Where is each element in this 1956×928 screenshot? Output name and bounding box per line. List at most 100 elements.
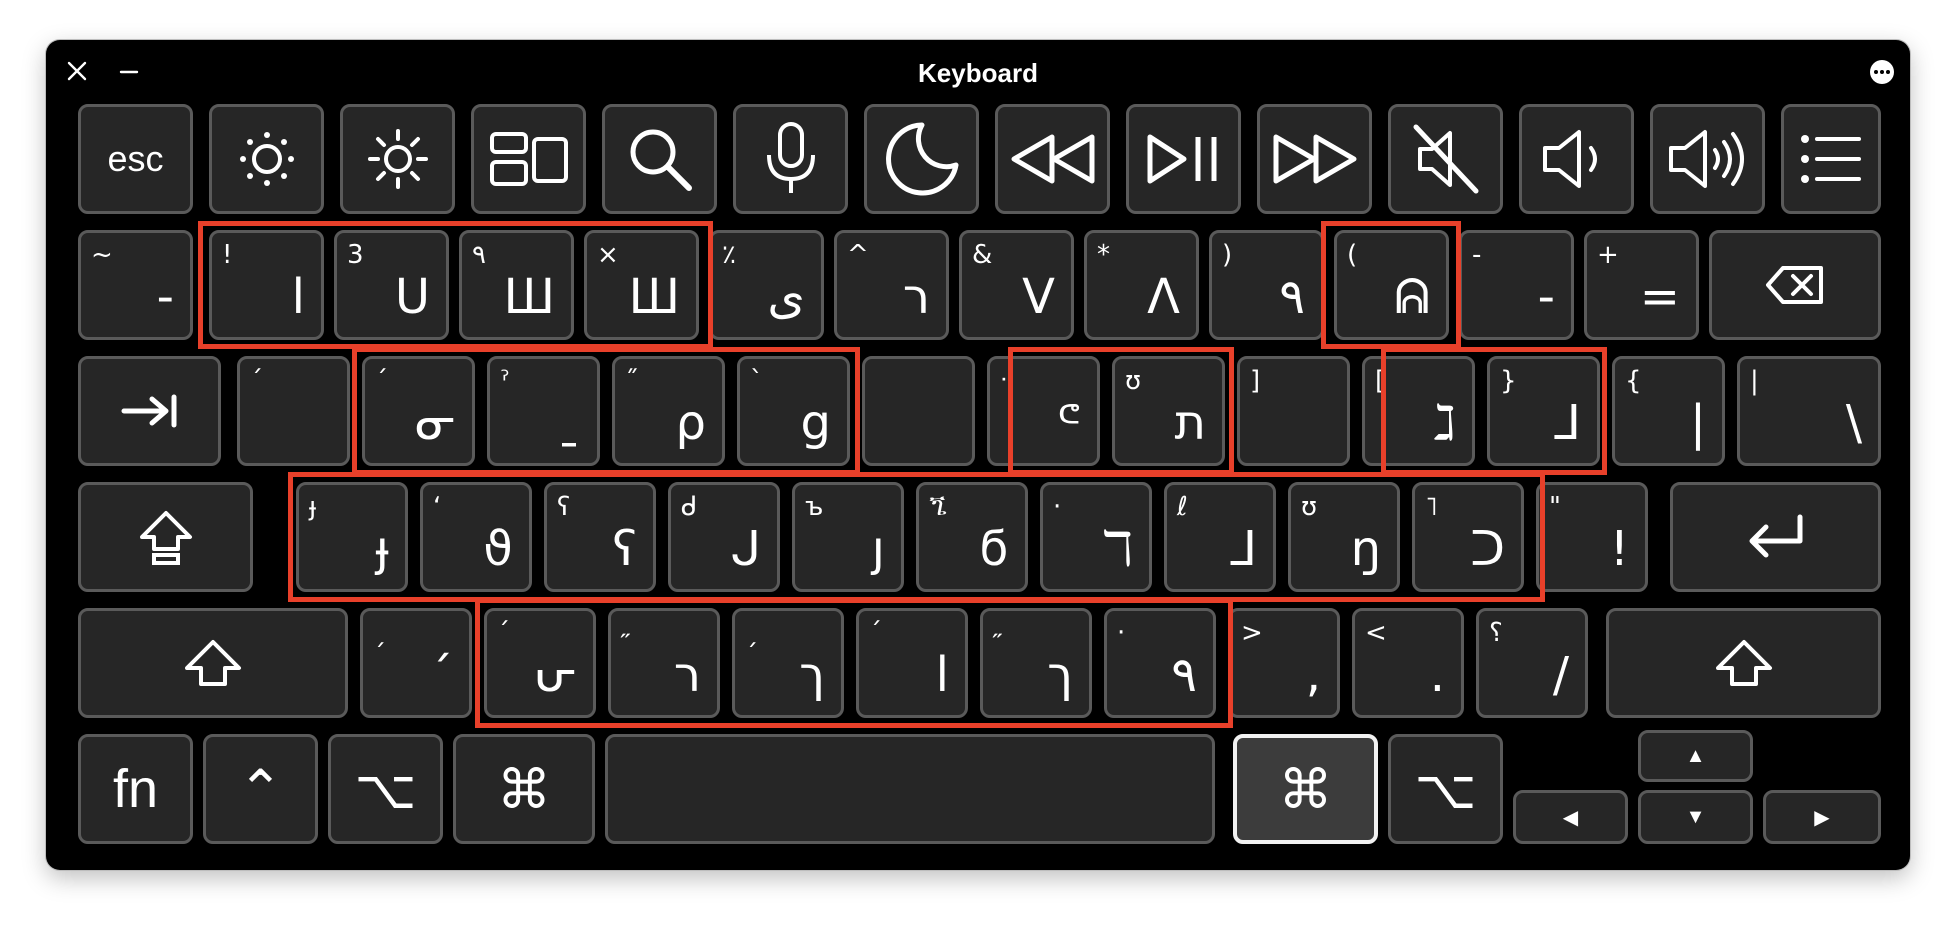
key-u[interactable]: ᐧ ᕪ xyxy=(987,356,1100,466)
space-bar[interactable] xyxy=(605,734,1215,844)
mute-key[interactable] xyxy=(1388,104,1503,214)
key-b[interactable]: ˶ ך xyxy=(980,608,1092,718)
key-9[interactable]: ) ٩ xyxy=(1209,230,1324,340)
key-right-bracket[interactable]: { | xyxy=(1612,356,1725,466)
key-main-char: . xyxy=(1429,647,1445,703)
key-main-char: ا xyxy=(935,647,949,703)
more-options-icon[interactable] xyxy=(1868,58,1896,86)
do-not-disturb-key[interactable] xyxy=(864,104,979,214)
left-shift-key[interactable] xyxy=(78,608,348,718)
key-backtick[interactable]: ~ - xyxy=(78,230,193,340)
key-equals[interactable]: + = xyxy=(1584,230,1699,340)
play-pause-key[interactable] xyxy=(1126,104,1241,214)
key-shift-char: { xyxy=(1625,366,1642,396)
fast-forward-key[interactable] xyxy=(1257,104,1372,214)
right-shift-key[interactable] xyxy=(1606,608,1881,718)
key-o[interactable]: ] xyxy=(1237,356,1350,466)
key-backslash[interactable]: | \ xyxy=(1737,356,1881,466)
key-3[interactable]: ٩ Ш xyxy=(459,230,574,340)
option-symbol: ⌥ xyxy=(1414,759,1477,820)
key-7[interactable]: & V xyxy=(959,230,1074,340)
right-option-key[interactable]: ⌥ xyxy=(1388,734,1503,844)
key-i[interactable]: ʊ ת xyxy=(1112,356,1225,466)
key-c[interactable]: ˏ ך xyxy=(732,608,844,718)
key-r[interactable]: ˝ ρ xyxy=(612,356,725,466)
key-2[interactable]: 3 U xyxy=(334,230,449,340)
brightness-up-key[interactable] xyxy=(340,104,455,214)
mute-icon xyxy=(1391,107,1500,211)
tab-key[interactable] xyxy=(78,356,221,466)
rewind-key[interactable] xyxy=(995,104,1110,214)
arrow-right-key[interactable]: ▶ xyxy=(1763,790,1881,844)
right-command-key[interactable]: ⌘ xyxy=(1233,734,1378,844)
key-0[interactable]: ( ᕱ xyxy=(1334,230,1449,340)
fn-key[interactable]: fn xyxy=(78,734,193,844)
tab-icon xyxy=(81,359,218,463)
key-z[interactable]: ˊ ᕂ xyxy=(484,608,596,718)
key-shift-char: · xyxy=(1053,492,1062,522)
key-x[interactable]: ˶ ר xyxy=(608,608,720,718)
caps-lock-key[interactable] xyxy=(78,482,253,592)
return-key[interactable] xyxy=(1670,482,1881,592)
key-q[interactable]: ˊ xyxy=(237,356,350,466)
left-option-key[interactable]: ⌥ xyxy=(328,734,443,844)
volume-down-icon xyxy=(1522,107,1631,211)
dictation-key[interactable] xyxy=(733,104,848,214)
key-j[interactable]: · ℸ xyxy=(1040,482,1152,592)
key-shift-char: ˊ xyxy=(869,618,882,648)
key-6[interactable]: ^ ר xyxy=(834,230,949,340)
key-4[interactable]: × Ш xyxy=(584,230,699,340)
key-v[interactable]: ˊ ا xyxy=(856,608,968,718)
esc-key[interactable]: esc xyxy=(78,104,193,214)
key-g[interactable]: ъ ȷ xyxy=(792,482,904,592)
key-minus[interactable]: - - xyxy=(1459,230,1574,340)
key-1[interactable]: ! ا xyxy=(209,230,324,340)
arrow-left-key[interactable]: ◀ xyxy=(1513,790,1628,844)
mission-control-icon xyxy=(474,107,583,211)
left-command-key[interactable]: ⌘ xyxy=(453,734,595,844)
mission-control-key[interactable] xyxy=(471,104,586,214)
key-shift-char: ( xyxy=(1347,240,1358,270)
arrow-up-key[interactable]: ▲ xyxy=(1638,730,1753,782)
arrow-down-icon: ▼ xyxy=(1685,805,1706,828)
key-comma[interactable]: < . xyxy=(1352,608,1464,718)
keyboard-viewer-window: Keyboard esc ~ - ! ا 3 U ٩ Ш × Ш ٪ ى ^ ר… xyxy=(46,40,1910,870)
key-y[interactable] xyxy=(862,356,975,466)
key-p[interactable]: [ ℷ xyxy=(1362,356,1475,466)
key-quote[interactable]: " ! xyxy=(1536,482,1648,592)
key-d[interactable]: ʕ ʕ xyxy=(544,482,656,592)
key-a[interactable]: ɟ ɟ xyxy=(296,482,408,592)
volume-down-key[interactable] xyxy=(1519,104,1634,214)
key-n[interactable]: · ٩ xyxy=(1104,608,1216,718)
key-e[interactable]: ˀ ˍ xyxy=(487,356,600,466)
menu-key[interactable] xyxy=(1781,104,1881,214)
command-symbol: ⌘ xyxy=(1278,759,1333,820)
key-section[interactable]: ˏ ˊ xyxy=(360,608,472,718)
delete-key[interactable] xyxy=(1709,230,1881,340)
key-h[interactable]: ጜ ϭ xyxy=(916,482,1028,592)
volume-up-key[interactable] xyxy=(1650,104,1765,214)
key-shift-char: ˊ xyxy=(250,366,263,396)
key-main-char: ᕂ xyxy=(533,647,577,703)
key-8[interactable]: * Λ xyxy=(1084,230,1199,340)
key-main-char: = xyxy=(1639,269,1680,325)
minimize-icon[interactable] xyxy=(114,56,144,86)
brightness-down-key[interactable] xyxy=(209,104,324,214)
key-f[interactable]: ᑯ ᒍ xyxy=(668,482,780,592)
key-left-bracket[interactable]: } ⅃ xyxy=(1487,356,1600,466)
key-t[interactable]: ˋ g xyxy=(737,356,850,466)
key-s[interactable]: ʻ ϑ xyxy=(420,482,532,592)
key-main-char: U xyxy=(394,269,430,325)
key-k[interactable]: ℓ ᒧ xyxy=(1164,482,1276,592)
key-l[interactable]: ʊ ŋ xyxy=(1288,482,1400,592)
control-key[interactable]: ⌃ xyxy=(203,734,318,844)
key-period[interactable]: ؟ / xyxy=(1476,608,1588,718)
key-5[interactable]: ٪ ى xyxy=(709,230,824,340)
arrow-down-key[interactable]: ▼ xyxy=(1638,790,1753,844)
key-w[interactable]: ˊ ᓂ xyxy=(362,356,475,466)
key-shift-char: ጜ xyxy=(929,492,947,522)
spotlight-key[interactable] xyxy=(602,104,717,214)
key-semicolon[interactable]: ˥ ᑐ xyxy=(1412,482,1524,592)
key-m[interactable]: > , xyxy=(1228,608,1340,718)
close-icon[interactable] xyxy=(62,56,92,86)
